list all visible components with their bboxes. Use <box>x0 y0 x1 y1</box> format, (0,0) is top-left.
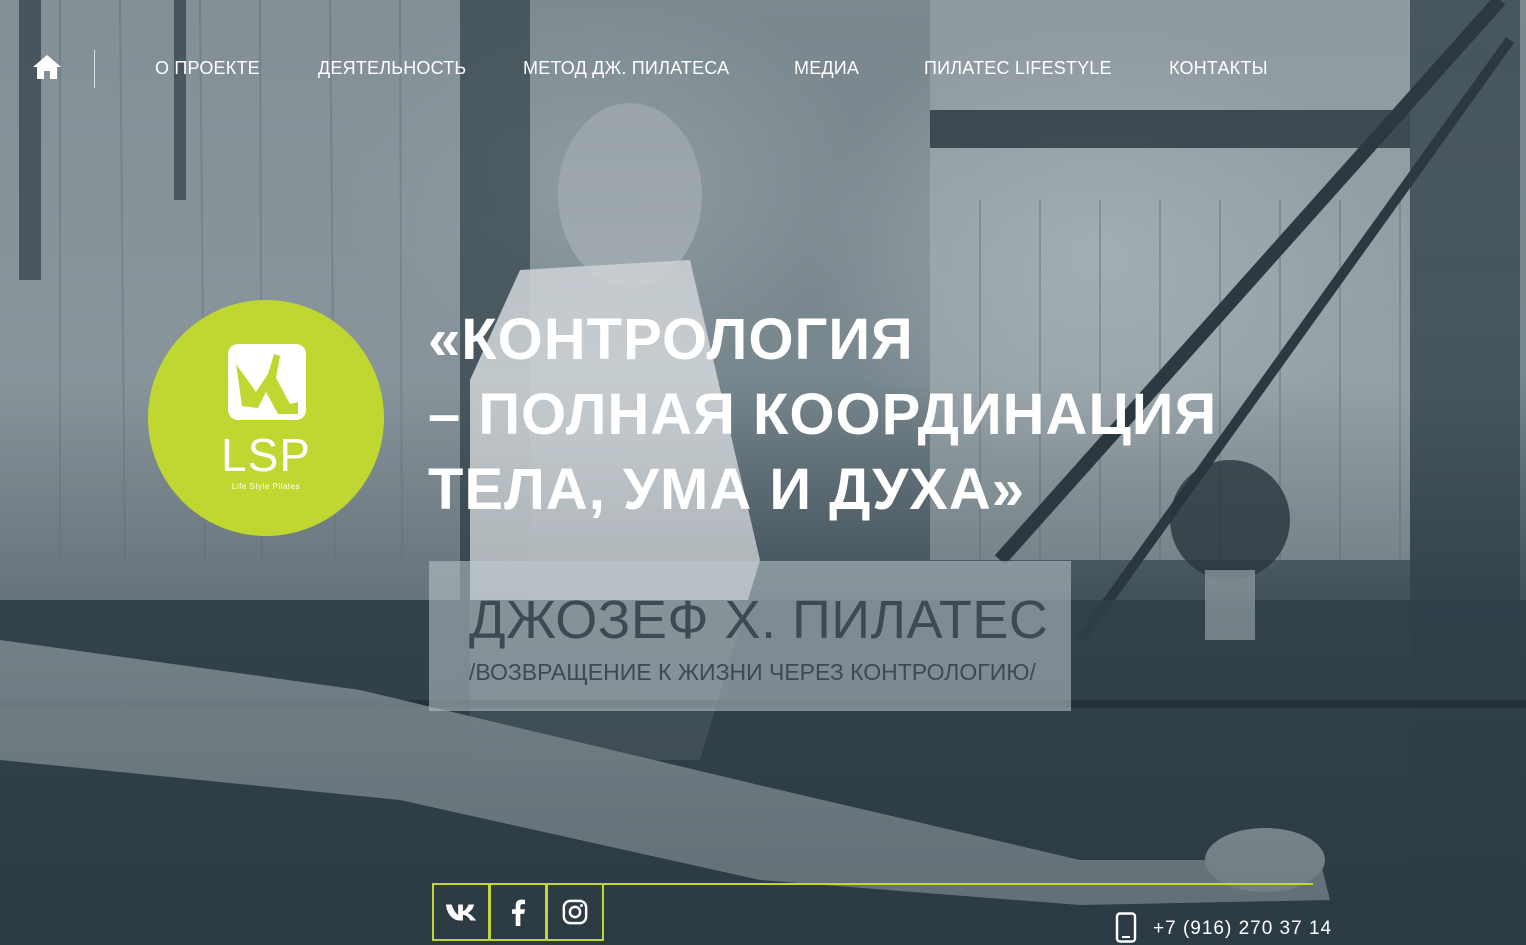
quote-author: ДЖОЗЕФ Х. ПИЛАТЕС <box>469 590 1049 650</box>
menu-item-lifestyle[interactable]: ПИЛАТЕС LIFESTYLE <box>924 58 1112 79</box>
phone-number[interactable]: +7 (916) 270 37 14 <box>1153 918 1332 940</box>
mobile-phone-icon <box>1115 912 1137 943</box>
quote-line: ТЕЛА, УМА И ДУХА» <box>428 457 1026 522</box>
quote-line: «КОНТРОЛОГИЯ <box>428 307 914 372</box>
menu-item-method[interactable]: МЕТОД ДЖ. ПИЛАТЕСА <box>523 58 729 79</box>
menu-item-about[interactable]: О ПРОЕКТЕ <box>155 58 260 79</box>
menu-item-contacts[interactable]: КОНТАКТЫ <box>1169 58 1268 79</box>
top-navigation: О ПРОЕКТЕ ДЕЯТЕЛЬНОСТЬ МЕТОД ДЖ. ПИЛАТЕС… <box>0 0 1526 140</box>
vk-icon <box>445 903 477 920</box>
facebook-icon <box>511 899 525 926</box>
menu-item-activity[interactable]: ДЕЯТЕЛЬНОСТЬ <box>318 58 466 79</box>
page: О ПРОЕКТЕ ДЕЯТЕЛЬНОСТЬ МЕТОД ДЖ. ПИЛАТЕС… <box>0 0 1526 945</box>
instagram-link[interactable] <box>546 884 604 941</box>
nav-divider <box>94 50 95 88</box>
vk-link[interactable] <box>432 884 490 941</box>
hero-quote: «КОНТРОЛОГИЯ – ПОЛНАЯ КООРДИНАЦИЯ ТЕЛА, … <box>428 302 1228 527</box>
logo-text: LSP <box>221 429 311 481</box>
author-box: ДЖОЗЕФ Х. ПИЛАТЕС /ВОЗВРАЩЕНИЕ К ЖИЗНИ Ч… <box>429 561 1071 711</box>
quote-source: /ВОЗВРАЩЕНИЕ К ЖИЗНИ ЧЕРЕЗ КОНТРОЛОГИЮ/ <box>469 659 1036 685</box>
logo-subtitle: Life Style Pilates <box>231 482 301 491</box>
facebook-link[interactable] <box>489 884 547 941</box>
home-icon[interactable] <box>32 54 62 80</box>
quote-line: – ПОЛНАЯ КООРДИНАЦИЯ <box>428 382 1218 447</box>
lsp-logo[interactable]: LSP Life Style Pilates <box>148 300 384 536</box>
logo-pilates-figure-icon <box>228 344 306 420</box>
instagram-icon <box>562 899 588 924</box>
menu-item-media[interactable]: МЕДИА <box>794 58 859 79</box>
